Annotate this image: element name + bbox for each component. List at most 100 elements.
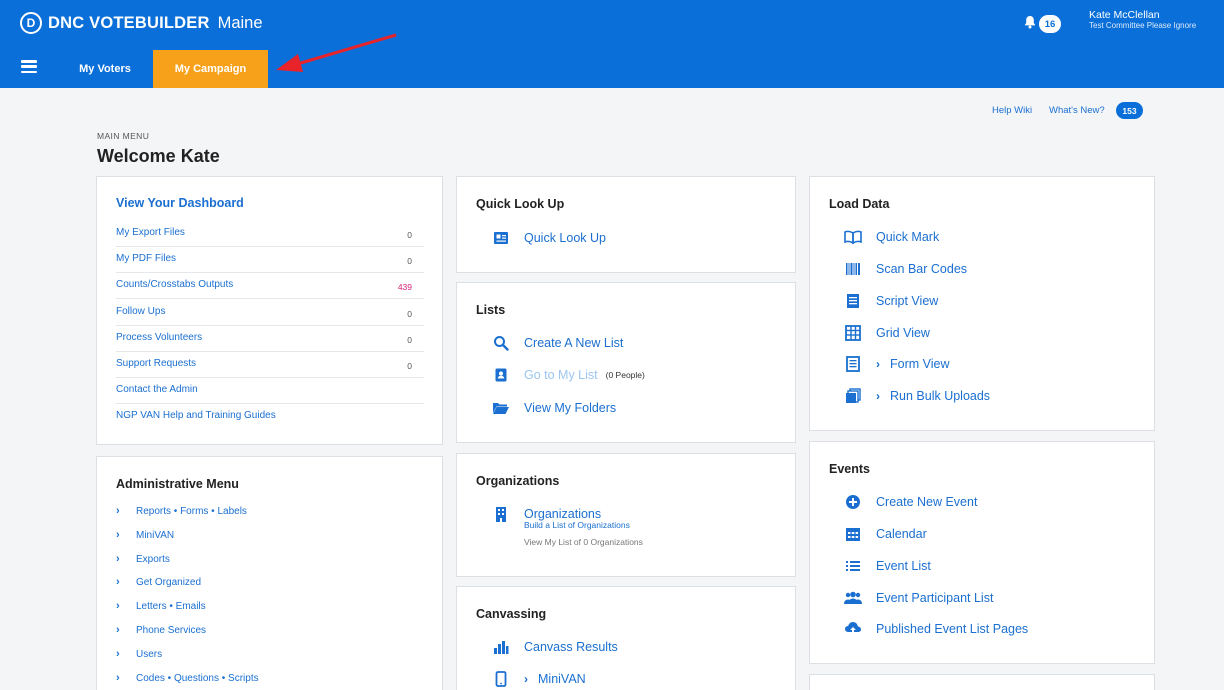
tab-my-voters[interactable]: My Voters xyxy=(62,50,148,88)
admin-menu-item-label[interactable]: Get Organized xyxy=(136,577,201,588)
create-event-link[interactable]: Create New Event xyxy=(876,495,977,509)
dashboard-row-label[interactable]: NGP VAN Help and Training Guides xyxy=(116,410,276,421)
calendar-action[interactable]: Calendar xyxy=(843,524,927,544)
document-icon xyxy=(843,291,863,311)
dnc-logo-icon: D xyxy=(20,12,42,34)
script-view-action[interactable]: Script View xyxy=(843,291,938,311)
organizations-link[interactable]: Organizations xyxy=(524,507,601,521)
admin-menu-item[interactable]: › Codes • Questions • Scripts xyxy=(116,672,259,684)
event-list-action[interactable]: Event List xyxy=(843,556,931,576)
dashboard-row-label[interactable]: My PDF Files xyxy=(116,253,176,264)
form-view-link[interactable]: Form View xyxy=(890,357,950,371)
contact-book-icon xyxy=(491,365,511,385)
quick-look-up-title: Quick Look Up xyxy=(476,197,565,211)
event-list-link[interactable]: Event List xyxy=(876,559,931,573)
admin-menu-item[interactable]: › Users xyxy=(116,648,162,660)
admin-menu-item[interactable]: › MiniVAN xyxy=(116,529,174,541)
grid-view-action[interactable]: Grid View xyxy=(843,323,930,343)
search-icon xyxy=(491,333,511,353)
dashboard-row[interactable]: Process Volunteers 0 xyxy=(116,326,424,352)
organizations-card: Organizations Organizations Build a List… xyxy=(456,453,796,577)
brand[interactable]: D DNC VOTEBUILDER Maine xyxy=(20,12,263,34)
quick-look-up-link[interactable]: Quick Look Up xyxy=(524,231,606,245)
minivan-link[interactable]: MiniVAN xyxy=(538,672,586,686)
minivan-action[interactable]: › MiniVAN xyxy=(491,669,586,689)
admin-menu-item[interactable]: › Phone Services xyxy=(116,624,206,636)
bulk-uploads-action[interactable]: › Run Bulk Uploads xyxy=(843,386,990,406)
chevron-right-icon: › xyxy=(876,389,880,403)
user-name[interactable]: Kate McClellan xyxy=(1089,9,1160,21)
create-event-action[interactable]: Create New Event xyxy=(843,492,977,512)
dashboard-link[interactable]: View Your Dashboard xyxy=(116,196,244,210)
view-folders-link[interactable]: View My Folders xyxy=(524,401,616,415)
scan-bar-codes-link[interactable]: Scan Bar Codes xyxy=(876,262,967,276)
view-folders-action[interactable]: View My Folders xyxy=(491,398,616,418)
go-to-list-link[interactable]: Go to My List xyxy=(524,368,598,382)
go-to-list-action[interactable]: Go to My List (0 People) xyxy=(491,365,645,385)
hamburger-icon[interactable] xyxy=(21,60,37,73)
event-participants-action[interactable]: Event Participant List xyxy=(843,588,993,608)
canvass-results-action[interactable]: Canvass Results xyxy=(491,637,618,657)
dashboard-row-label[interactable]: Support Requests xyxy=(116,358,196,369)
quick-mark-action[interactable]: Quick Mark xyxy=(843,227,939,247)
bulk-uploads-link[interactable]: Run Bulk Uploads xyxy=(890,389,990,403)
form-view-action[interactable]: › Form View xyxy=(843,354,950,374)
dashboard-row[interactable]: Support Requests 0 xyxy=(116,352,424,378)
bell-icon[interactable] xyxy=(1024,15,1036,34)
list-people-count: (0 People) xyxy=(605,370,645,380)
chevron-right-icon: › xyxy=(116,600,120,612)
quick-look-up-action[interactable]: Quick Look Up xyxy=(491,228,606,248)
help-wiki-link[interactable]: Help Wiki xyxy=(992,105,1032,116)
chevron-right-icon: › xyxy=(116,553,120,565)
dashboard-row-count: 439 xyxy=(397,282,412,292)
lists-card: Lists Create A New List Go to My List (0… xyxy=(456,282,796,443)
grid-view-link[interactable]: Grid View xyxy=(876,326,930,340)
dashboard-row[interactable]: Follow Ups 0 xyxy=(116,300,424,326)
admin-menu-item-label[interactable]: Letters • Emails xyxy=(136,601,206,612)
admin-menu-item-label[interactable]: Reports • Forms • Labels xyxy=(136,506,247,517)
dashboard-row[interactable]: My PDF Files 0 xyxy=(116,247,424,273)
events-title: Events xyxy=(829,462,870,476)
quick-mark-link[interactable]: Quick Mark xyxy=(876,230,939,244)
create-list-action[interactable]: Create A New List xyxy=(491,333,623,353)
dashboard-row[interactable]: Contact the Admin xyxy=(116,378,424,404)
dashboard-row[interactable]: Counts/Crosstabs Outputs 439 xyxy=(116,273,424,299)
admin-menu-item-label[interactable]: Users xyxy=(136,649,162,660)
dashboard-row-count: 0 xyxy=(407,335,412,345)
chevron-right-icon: › xyxy=(116,672,120,684)
whats-new-badge[interactable]: 153 xyxy=(1116,102,1143,119)
calendar-link[interactable]: Calendar xyxy=(876,527,927,541)
dashboard-row-label[interactable]: Follow Ups xyxy=(116,306,165,317)
script-view-link[interactable]: Script View xyxy=(876,294,938,308)
admin-menu-item-label[interactable]: Exports xyxy=(136,554,170,565)
scan-bar-codes-action[interactable]: Scan Bar Codes xyxy=(843,259,967,279)
published-event-pages-action[interactable]: Published Event List Pages xyxy=(843,619,1028,639)
dashboard-row-label[interactable]: My Export Files xyxy=(116,227,185,238)
build-org-list-link[interactable]: Build a List of Organizations xyxy=(524,520,630,530)
dashboard-row-label[interactable]: Contact the Admin xyxy=(116,384,198,395)
admin-menu-item[interactable]: › Reports • Forms • Labels xyxy=(116,505,247,517)
canvass-results-link[interactable]: Canvass Results xyxy=(524,640,618,654)
admin-menu-item-label[interactable]: Codes • Questions • Scripts xyxy=(136,673,259,684)
admin-menu-item-label[interactable]: Phone Services xyxy=(136,625,206,636)
canvassing-card: Canvassing Canvass Results › MiniVAN xyxy=(456,586,796,690)
admin-menu-item[interactable]: › Get Organized xyxy=(116,576,201,588)
admin-menu-item[interactable]: › Letters • Emails xyxy=(116,600,206,612)
whats-new-link[interactable]: What's New? xyxy=(1049,105,1105,116)
admin-menu-item-label[interactable]: MiniVAN xyxy=(136,530,174,541)
dashboard-row[interactable]: My Export Files 0 xyxy=(116,221,424,247)
tab-my-campaign[interactable]: My Campaign xyxy=(153,50,268,88)
building-icon xyxy=(491,504,511,524)
create-list-link[interactable]: Create A New List xyxy=(524,336,623,350)
chevron-right-icon: › xyxy=(876,357,880,371)
view-org-list-text: View My List of 0 Organizations xyxy=(524,537,643,547)
published-event-pages-link[interactable]: Published Event List Pages xyxy=(876,622,1028,636)
event-participants-link[interactable]: Event Participant List xyxy=(876,591,993,605)
notification-badge[interactable]: 16 xyxy=(1039,15,1061,33)
dashboard-row-label[interactable]: Counts/Crosstabs Outputs xyxy=(116,279,233,290)
admin-menu-item[interactable]: › Exports xyxy=(116,553,170,565)
barcode-icon xyxy=(843,259,863,279)
dashboard-row-label[interactable]: Process Volunteers xyxy=(116,332,202,343)
calendar-icon xyxy=(843,524,863,544)
dashboard-row[interactable]: NGP VAN Help and Training Guides xyxy=(116,404,424,430)
